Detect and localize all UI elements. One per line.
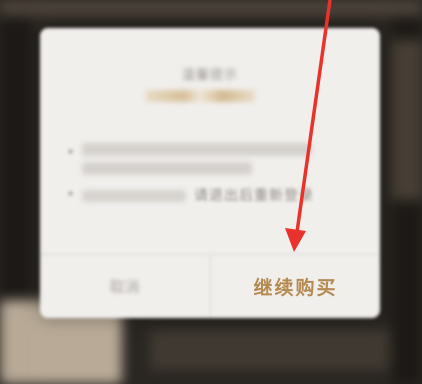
- cancel-button[interactable]: 取消: [40, 255, 209, 318]
- dialog-title: 温馨提示: [181, 68, 238, 83]
- bullet-dot-icon: [68, 191, 73, 196]
- bullet-item: 请退出后重新登录: [68, 185, 360, 205]
- blurred-text-line: [82, 162, 252, 175]
- bullet-relogin-text: 请退出后重新登录: [194, 188, 314, 204]
- continue-purchase-button[interactable]: 继续购买: [211, 255, 380, 318]
- backdrop-top-bar: [0, 0, 422, 16]
- cancel-button-label: 取消: [109, 278, 140, 296]
- bullet-item: [68, 143, 360, 175]
- bullet-text: 请退出后重新登录: [82, 188, 314, 204]
- gold-decoration: [145, 90, 255, 102]
- dialog-bullets: 请退出后重新登录: [68, 140, 360, 215]
- backdrop-right-strip: [392, 40, 422, 200]
- continue-purchase-label: 继续购买: [253, 277, 338, 299]
- blurred-text-line: [82, 143, 312, 156]
- backdrop-bottom-bar: [150, 330, 390, 370]
- bullet-dot-icon: [68, 149, 73, 154]
- blurred-text-fragment: [82, 190, 186, 202]
